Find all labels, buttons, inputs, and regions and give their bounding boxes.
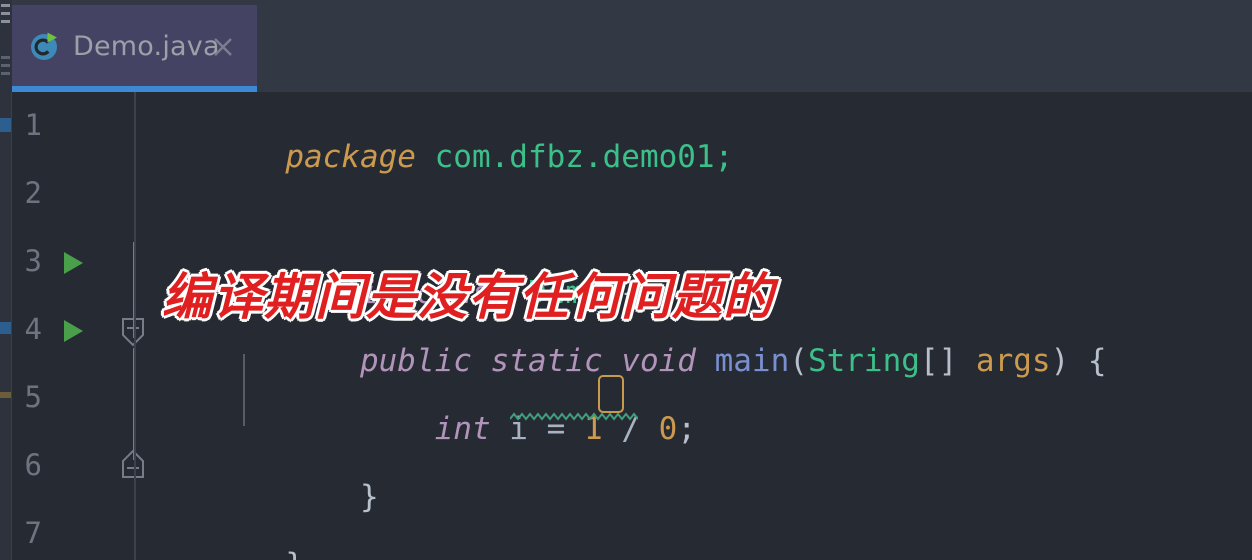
token-semicolon: ; [714, 139, 734, 175]
token-brackets: [] [919, 343, 958, 379]
token-method-name: main [714, 343, 790, 379]
token-brace: } [285, 547, 304, 560]
token-keyword: int [434, 411, 491, 447]
close-icon[interactable] [211, 35, 235, 59]
token-brace: { [1087, 343, 1107, 379]
editor-tab-bar: Demo.java [0, 0, 1252, 92]
line-number: 1 [24, 108, 42, 142]
line-number: 3 [24, 244, 42, 278]
token-paren: ) [1050, 343, 1070, 379]
editor-marker-strip[interactable] [0, 92, 12, 560]
annotation-text: 编译期间是没有任何问题的 [162, 267, 774, 326]
token-semicolon: ; [677, 411, 697, 447]
strip-marker-caret [0, 322, 11, 334]
run-gutter-icon[interactable] [64, 320, 83, 342]
line-number: 4 [24, 312, 42, 346]
code-line-7: } [136, 514, 304, 560]
code-editor[interactable]: 1 2 3 4 5 6 7 package com.dfbz.demo01; p… [12, 92, 1252, 560]
token-keyword: package [285, 139, 416, 175]
java-class-run-icon [27, 30, 61, 64]
token-paren: ( [789, 343, 808, 379]
code-text-area[interactable]: package com.dfbz.demo01; public class De… [136, 92, 1252, 560]
code-line-1: package com.dfbz.demo01; [136, 106, 733, 208]
line-number: 2 [24, 176, 42, 210]
editor-gutter[interactable]: 1 2 3 4 5 6 7 [12, 92, 144, 560]
strip-marker-changed [0, 118, 11, 132]
token-number-zero: 0 [658, 411, 678, 447]
token-keyword: public [359, 343, 472, 379]
identifier-highlight-box [598, 375, 624, 413]
token-brace: } [359, 479, 379, 515]
token-parameter: args [975, 343, 1051, 379]
editor-tab-label: Demo.java [73, 31, 220, 62]
run-gutter-icon[interactable] [64, 252, 83, 274]
editor-top-left-marks [0, 0, 12, 92]
indent-guide [243, 354, 245, 426]
line-number: 7 [24, 516, 42, 550]
line-number: 6 [24, 448, 42, 482]
line-number: 5 [24, 380, 42, 414]
token-keyword: void [621, 343, 696, 379]
token-keyword: static [490, 343, 603, 379]
ide-editor-window: Demo.java 1 2 3 4 5 6 7 package com.dfbz… [0, 0, 1252, 560]
editor-tab-demo-java[interactable]: Demo.java [5, 5, 257, 88]
strip-marker-warning [0, 392, 11, 398]
token-package-name: com.dfbz.demo01 [434, 139, 715, 175]
token-type: String [807, 343, 920, 379]
